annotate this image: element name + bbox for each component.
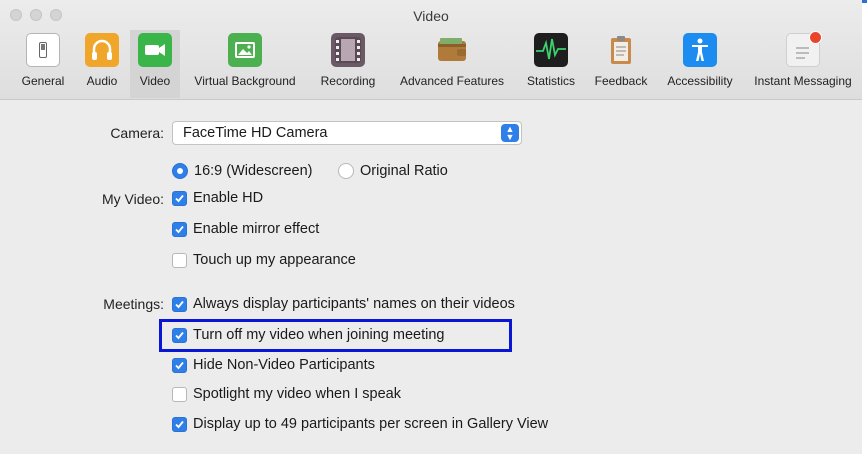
film-strip-icon (331, 33, 365, 67)
wallet-icon (435, 33, 469, 67)
tab-advanced-features[interactable]: Advanced Features (388, 30, 516, 98)
tab-video[interactable]: Video (130, 30, 180, 98)
display-names-label: Always display participants' names on th… (193, 296, 515, 312)
tab-instant-messaging[interactable]: Instant Messaging (746, 30, 860, 98)
tab-feedback[interactable]: Feedback (586, 30, 656, 98)
camera-label: Camera: (110, 125, 164, 141)
window-title: Video (413, 8, 449, 24)
clipboard-icon (604, 33, 638, 67)
touch-up-checkbox[interactable] (172, 252, 187, 268)
display-names-option[interactable]: Always display participants' names on th… (172, 296, 515, 312)
camera-select[interactable]: FaceTime HD Camera ▲ ▼ (172, 121, 522, 145)
tab-accessibility[interactable]: Accessibility (659, 30, 741, 98)
activity-monitor-icon (534, 33, 568, 67)
preferences-window: Video General Audio Video Virtual Backgr… (0, 0, 863, 454)
tab-virtual-background[interactable]: Virtual Background (184, 30, 306, 98)
mirror-effect-label: Enable mirror effect (193, 221, 320, 237)
tab-recording[interactable]: Recording (312, 30, 384, 98)
gallery-49-label: Display up to 49 participants per screen… (193, 416, 549, 432)
ratio-widescreen-radio[interactable] (172, 163, 188, 179)
camera-select-value: FaceTime HD Camera (183, 125, 328, 141)
touch-up-option[interactable]: Touch up my appearance (172, 252, 356, 268)
background-accent-line (862, 0, 867, 3)
video-settings-panel: Camera: FaceTime HD Camera ▲ ▼ 16:9 (Wide… (0, 100, 862, 454)
spotlight-option[interactable]: Spotlight my video when I speak (172, 386, 401, 402)
video-camera-icon (138, 33, 172, 67)
spotlight-checkbox[interactable] (172, 386, 187, 402)
background-strip (862, 0, 867, 454)
ratio-original-radio[interactable] (338, 163, 354, 179)
touch-up-label: Touch up my appearance (193, 252, 356, 268)
tab-general[interactable]: General (19, 30, 67, 98)
ratio-original-option[interactable]: Original Ratio (338, 163, 448, 179)
display-names-checkbox[interactable] (172, 296, 187, 312)
hide-non-video-checkbox[interactable] (172, 357, 187, 373)
gallery-49-checkbox[interactable] (172, 416, 187, 432)
accessibility-icon (683, 33, 717, 67)
general-switch-icon (26, 33, 60, 67)
ratio-widescreen-label: 16:9 (Widescreen) (194, 163, 313, 179)
enable-hd-label: Enable HD (193, 190, 264, 206)
hide-non-video-option[interactable]: Hide Non-Video Participants (172, 357, 375, 373)
meetings-label: Meetings: (103, 296, 164, 312)
notification-badge (809, 31, 822, 44)
mirror-effect-option[interactable]: Enable mirror effect (172, 221, 319, 237)
my-video-label: My Video: (102, 191, 164, 207)
tab-audio[interactable]: Audio (80, 30, 124, 98)
mirror-effect-checkbox[interactable] (172, 221, 187, 237)
preferences-toolbar: General Audio Video Virtual Background R… (0, 30, 862, 98)
title-toolbar: Video General Audio Video Virtual Backgr… (0, 0, 862, 100)
hide-non-video-label: Hide Non-Video Participants (193, 357, 375, 373)
spotlight-label: Spotlight my video when I speak (193, 386, 401, 402)
select-stepper-icon: ▲ ▼ (501, 124, 519, 142)
highlight-annotation-box (159, 319, 512, 352)
picture-icon (228, 33, 262, 67)
gallery-49-option[interactable]: Display up to 49 participants per screen… (172, 416, 548, 432)
chat-notification-icon (786, 31, 822, 67)
enable-hd-option[interactable]: Enable HD (172, 190, 263, 206)
headphones-icon (85, 33, 119, 67)
ratio-widescreen-option[interactable]: 16:9 (Widescreen) (172, 163, 312, 179)
ratio-original-label: Original Ratio (360, 163, 448, 179)
enable-hd-checkbox[interactable] (172, 190, 187, 206)
tab-statistics[interactable]: Statistics (519, 30, 583, 98)
